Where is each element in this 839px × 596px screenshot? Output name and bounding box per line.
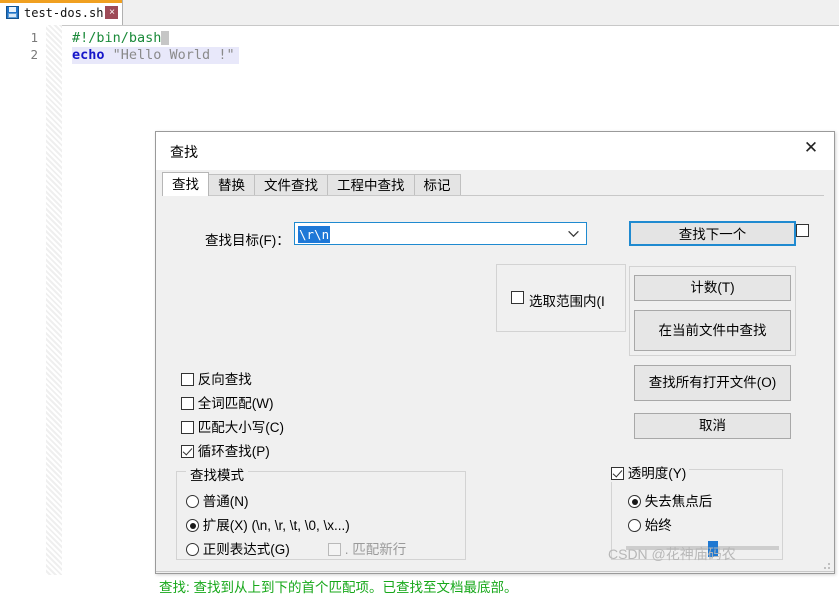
editor-tab-label: test-dos.sh (24, 5, 104, 20)
match-whole-word-checkbox[interactable] (181, 397, 194, 410)
match-case-option[interactable]: 匹配大小写(C) (181, 416, 284, 436)
in-selection-checkbox[interactable] (511, 291, 524, 304)
wrap-around-option[interactable]: 循环查找(P) (181, 440, 270, 460)
dialog-body: 查找 替换 文件查找 工程中查找 标记 查找目标(F)： \r\n 选取范围内(… (156, 170, 834, 595)
transparency-always-radio[interactable] (628, 519, 641, 532)
transparency-on-losing-focus-radio[interactable] (628, 495, 641, 508)
match-newline-option: . 匹配新行 (328, 538, 406, 558)
transparency-always-label: 始终 (644, 518, 672, 533)
find-input[interactable]: \r\n (294, 222, 587, 245)
code-line-2: echo "Hello World !" (72, 47, 239, 64)
code-keyword: echo (72, 47, 105, 63)
mode-normal-option[interactable]: 普通(N) (186, 490, 249, 510)
mode-regex-option[interactable]: 正则表达式(G) (186, 538, 290, 558)
find-all-open-files-button[interactable]: 查找所有打开文件(O) (634, 365, 791, 401)
match-whole-word-label: 全词匹配(W) (197, 396, 274, 411)
match-newline-checkbox (328, 543, 341, 556)
tab-replace[interactable]: 替换 (208, 174, 255, 196)
cancel-button[interactable]: 取消 (634, 413, 791, 439)
status-divider (156, 571, 834, 572)
mode-normal-label: 普通(N) (202, 494, 249, 509)
mode-extended-radio[interactable] (186, 519, 199, 532)
chevron-down-icon[interactable] (567, 227, 580, 240)
code-text: #!/bin/bash (72, 30, 162, 46)
match-case-label: 匹配大小写(C) (197, 420, 285, 435)
close-icon[interactable]: ✕ (788, 132, 834, 164)
code-string: "Hello World !" (112, 47, 235, 63)
mode-extended-option[interactable]: 扩展(X) (\n, \r, \t, \0, \x...) (186, 514, 350, 534)
find-dialog: 查找 ✕ 查找 替换 文件查找 工程中查找 标记 查找目标(F)： \r\n 选… (155, 131, 835, 595)
text-caret (161, 31, 170, 45)
transparency-on-losing-focus-option[interactable]: 失去焦点后 (628, 490, 712, 510)
match-newline-label: . 匹配新行 (344, 542, 407, 557)
dialog-tabs: 查找 替换 文件查找 工程中查找 标记 (162, 172, 461, 196)
floppy-disk-icon (6, 6, 19, 19)
code-line-1: #!/bin/bash (72, 30, 170, 47)
find-in-current-file-button[interactable]: 在当前文件中查找 (634, 310, 791, 351)
match-case-checkbox[interactable] (181, 421, 194, 434)
mode-regex-label: 正则表达式(G) (202, 542, 290, 557)
match-whole-word-option[interactable]: 全词匹配(W) (181, 392, 274, 412)
transparency-always-option[interactable]: 始终 (628, 514, 672, 534)
watermark: CSDN @花神庙码农 (608, 546, 736, 562)
find-input-value: \r\n (298, 226, 331, 243)
count-button[interactable]: 计数(T) (634, 275, 791, 301)
transparency-on-losing-focus-label: 失去焦点后 (644, 494, 713, 509)
backward-direction-checkbox[interactable] (181, 373, 194, 386)
fold-margin (46, 25, 62, 575)
wrap-around-checkbox[interactable] (181, 445, 194, 458)
line-number: 1 (30, 30, 38, 45)
wrap-around-label: 循环查找(P) (197, 444, 270, 459)
unlabeled-checkbox[interactable] (796, 224, 809, 237)
dialog-titlebar[interactable]: 查找 ✕ (156, 132, 834, 170)
dialog-title: 查找 (170, 144, 198, 160)
scope-panel: 选取范围内(I (496, 264, 626, 332)
search-mode-legend: 查找模式 (186, 464, 248, 484)
tab-find-in-project[interactable]: 工程中查找 (327, 174, 415, 196)
line-number-gutter: 1 2 (0, 25, 46, 575)
line-number: 2 (30, 47, 38, 62)
tabs-divider (162, 195, 824, 196)
mode-extended-label: 扩展(X) (\n, \r, \t, \0, \x...) (202, 518, 350, 533)
tab-find-in-files[interactable]: 文件查找 (254, 174, 328, 196)
mode-regex-radio[interactable] (186, 543, 199, 556)
tab-find[interactable]: 查找 (162, 172, 209, 196)
transparency-option[interactable]: 透明度(Y) (609, 462, 690, 482)
editor-tab-test-dos-sh[interactable]: test-dos.sh × (0, 0, 124, 25)
resize-grip[interactable] (821, 560, 831, 570)
close-icon[interactable]: × (105, 6, 119, 19)
backward-direction-label: 反向查找 (197, 372, 252, 387)
transparency-label: 透明度(Y) (627, 466, 687, 481)
backward-direction-option[interactable]: 反向查找 (181, 368, 252, 388)
transparency-checkbox[interactable] (611, 467, 624, 480)
mode-normal-radio[interactable] (186, 495, 199, 508)
status-message: 查找: 查找到从上到下的首个匹配项。已查找至文档最底部。 (159, 580, 518, 595)
tab-mark[interactable]: 标记 (413, 174, 461, 196)
in-selection-label: 选取范围内(I (529, 294, 605, 309)
editor-tabbar: test-dos.sh × (0, 0, 839, 26)
find-next-button[interactable]: 查找下一个 (629, 221, 796, 246)
find-target-label: 查找目标(F)： (205, 233, 290, 248)
